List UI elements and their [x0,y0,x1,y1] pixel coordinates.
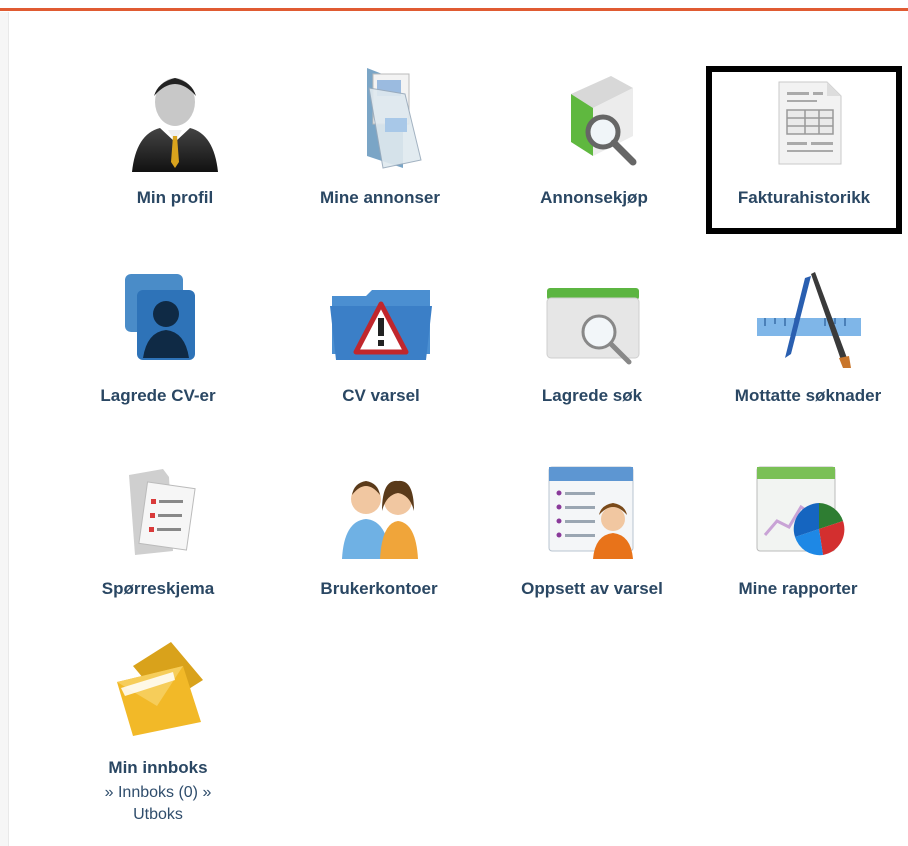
tile-label: Annonsekjøp [540,188,648,207]
tile-sporreskjema[interactable]: Spørreskjema [63,455,253,599]
two-users-icon [342,480,418,559]
tile-oppsett-av-varsel[interactable]: Oppsett av varsel [497,455,687,599]
tile-label: Lagrede søk [541,386,643,405]
tile-label: Mottatte søknader [734,386,882,405]
inbox-sublinks: » Innboks (0) » Utboks [104,784,212,823]
tile-cv-varsel[interactable]: CV varsel [286,262,476,406]
innboks-link[interactable]: Innboks (0) [118,784,198,801]
envelope-icon [117,642,203,736]
tile-label: Min profil [136,188,214,207]
tile-min-innboks[interactable]: Min innboks » Innboks (0) » Utboks [63,636,253,826]
pie-chart-report-icon [756,466,845,556]
tile-label: Spørreskjema [101,579,215,598]
focus-highlight-box [706,66,902,234]
checklist-folder-icon [129,469,196,555]
tile-annonsekjop[interactable]: Annonsekjøp [499,64,689,208]
magnify-box-icon [571,76,637,166]
left-panel-edge [0,12,9,846]
tile-label: CV varsel [342,386,420,405]
tile-lagrede-cv-er[interactable]: Lagrede CV-er [63,262,253,406]
contact-cards-icon [125,274,195,360]
ruler-pen-brush-icon [757,272,861,368]
user-silhouette-icon [132,78,218,172]
tile-label: Lagrede CV-er [100,386,216,405]
tile-mine-annonser[interactable]: Mine annonser [285,64,475,208]
tile-mottatte-soknader[interactable]: Mottatte søknader [713,262,903,406]
folder-documents-icon [367,68,422,169]
tile-label: Brukerkontoer [320,579,438,598]
tile-label: Oppsett av varsel [521,579,663,598]
tile-label: Mine annonser [320,188,440,207]
tile-lagrede-sok[interactable]: Lagrede søk [497,262,687,406]
tile-label: Min innboks [108,758,208,777]
tile-brukerkontoer[interactable]: Brukerkontoer [284,455,474,599]
warning-folder-icon [330,290,432,360]
tile-label: Mine rapporter [738,579,858,598]
person-list-icon [548,466,634,559]
utboks-link[interactable]: Utboks [133,806,183,823]
tile-mine-rapporter[interactable]: Mine rapporter [703,455,893,599]
top-accent-rule [0,0,908,11]
tile-min-profil[interactable]: Min profil [80,64,270,208]
search-tray-icon [546,288,640,365]
